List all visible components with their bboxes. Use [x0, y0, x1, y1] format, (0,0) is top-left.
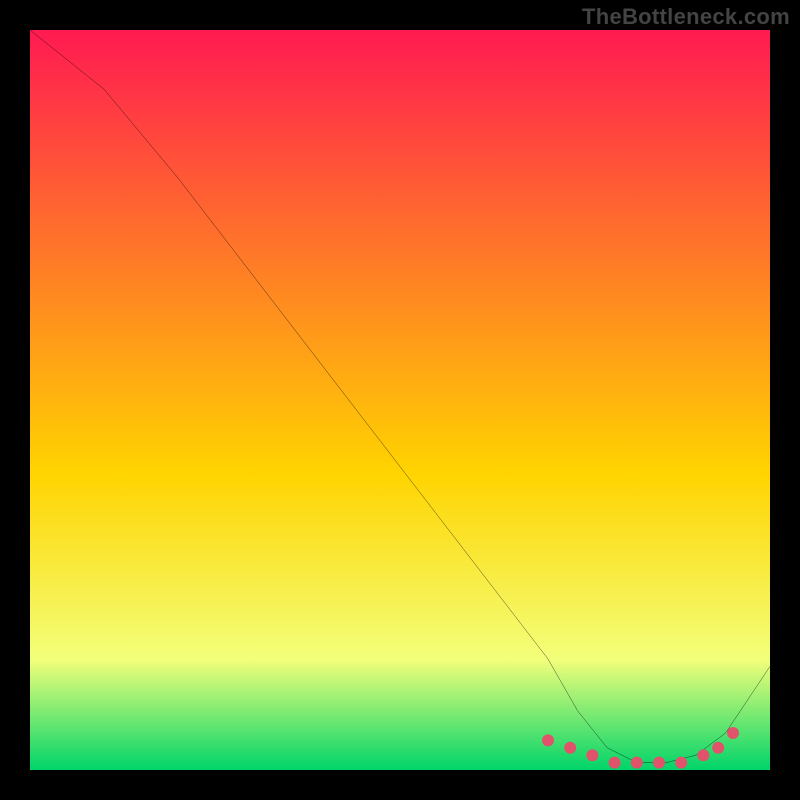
- chart-background: [30, 30, 770, 770]
- chart-plot-area: [30, 30, 770, 770]
- highlight-dot: [697, 749, 709, 761]
- highlight-dot: [586, 749, 598, 761]
- highlight-dot: [712, 742, 724, 754]
- highlight-dot: [564, 742, 576, 754]
- chart-svg: [30, 30, 770, 770]
- highlight-dot: [653, 757, 665, 769]
- highlight-dot: [609, 757, 621, 769]
- chart-stage: TheBottleneck.com: [0, 0, 800, 800]
- highlight-dot: [675, 757, 687, 769]
- highlight-dot: [631, 757, 643, 769]
- highlight-dot: [727, 727, 739, 739]
- highlight-dot: [542, 734, 554, 746]
- watermark-text: TheBottleneck.com: [582, 4, 790, 30]
